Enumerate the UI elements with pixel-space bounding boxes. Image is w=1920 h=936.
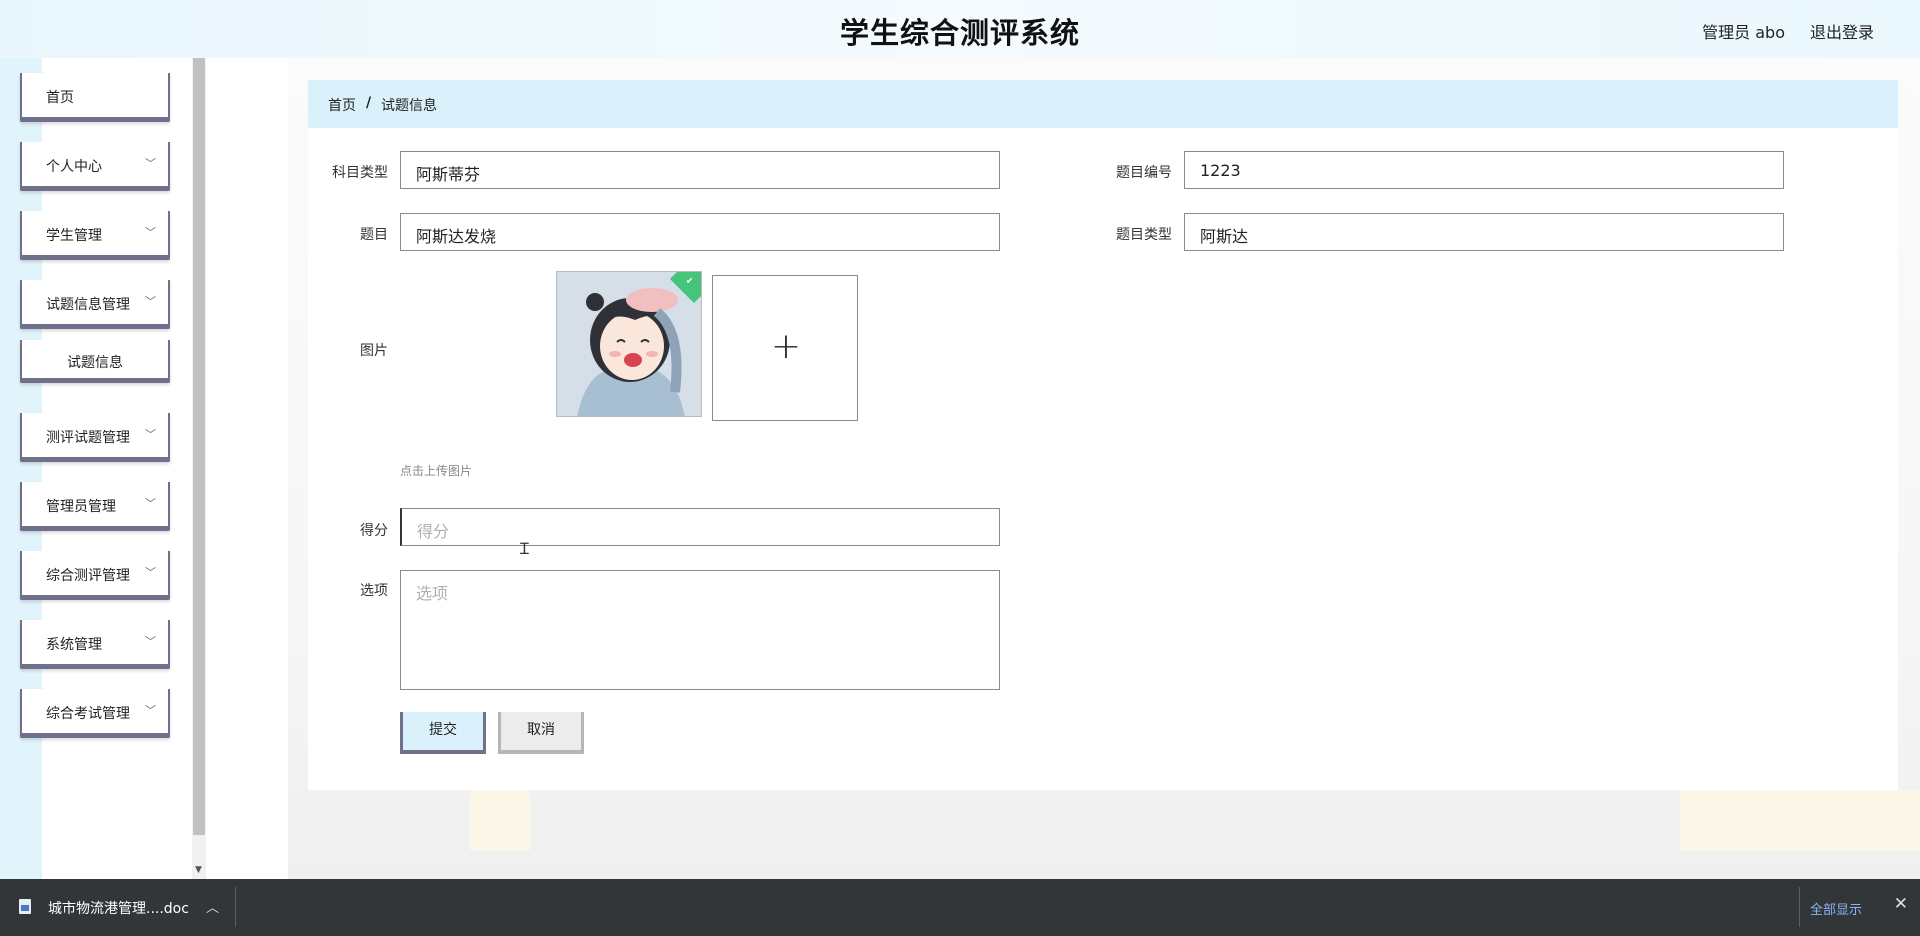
content-margin (206, 58, 288, 879)
app-title: 学生综合测评系统 (839, 16, 1080, 50)
sidebar-item-label: 测评试题管理 (46, 430, 130, 446)
chevron-up-icon[interactable]: ︿ (206, 897, 219, 916)
background-decoration (1680, 790, 1920, 850)
chevron-down-icon: ﹀ (145, 428, 156, 441)
anime-portrait-image (557, 272, 701, 416)
upload-hint: 点击上传图片 (400, 464, 473, 478)
sidebar-item-label: 个人中心 (46, 159, 102, 175)
logout-link[interactable]: 退出登录 (1810, 19, 1874, 43)
cancel-button[interactable]: 取消 (498, 712, 584, 754)
download-filename[interactable]: 城市物流港管理....doc (48, 898, 189, 918)
chevron-down-icon: ﹀ (145, 226, 156, 239)
sidebar-item-label: 学生管理 (46, 228, 102, 244)
sidebar-item-exam-management[interactable]: 综合考试管理 ﹀ (20, 689, 170, 738)
breadcrumb-current: 试题信息 (381, 98, 437, 114)
question-no-input[interactable]: 1223 (1184, 151, 1784, 189)
breadcrumb-home[interactable]: 首页 (328, 95, 356, 115)
sidebar-item-home[interactable]: 首页 (20, 73, 170, 122)
question-type-input[interactable]: 阿斯达 (1184, 213, 1784, 251)
download-bar: 城市物流港管理....doc ︿ 全部显示 ✕ (0, 879, 1920, 936)
check-icon: ✔ (685, 276, 694, 287)
sidebar-item-assessment-question-management[interactable]: 测评试题管理 ﹀ (20, 413, 170, 462)
sidebar-subitem-question-info[interactable]: 试题信息 (20, 340, 170, 383)
sidebar-item-label: 管理员管理 (46, 499, 116, 515)
scroll-down-arrow-icon[interactable]: ▼ (195, 865, 202, 875)
score-input[interactable]: 得分 (400, 508, 1000, 546)
options-textarea[interactable]: 选项 (400, 570, 1000, 690)
sidebar-item-personal-center[interactable]: 个人中心 ﹀ (20, 142, 170, 191)
sidebar-item-student-management[interactable]: 学生管理 ﹀ (20, 211, 170, 260)
image-label: 图片 (360, 343, 388, 359)
close-icon[interactable]: ✕ (1894, 894, 1908, 914)
plus-icon: + (770, 326, 802, 367)
sidebar-item-label: 综合考试管理 (46, 706, 130, 722)
question-type-label: 题目类型 (1116, 227, 1172, 243)
chevron-down-icon: ﹀ (145, 704, 156, 717)
chevron-down-icon: ﹀ (145, 566, 156, 579)
sidebar-item-comprehensive-assessment-management[interactable]: 综合测评管理 ﹀ (20, 551, 170, 600)
breadcrumb-separator: / (366, 95, 372, 111)
scrollbar-thumb[interactable] (193, 58, 205, 835)
divider (235, 887, 236, 927)
question-input[interactable]: 阿斯达发烧 (400, 213, 1000, 251)
sidebar-scrollbar[interactable]: ▼ (192, 58, 206, 879)
chevron-down-icon: ﹀ (145, 157, 156, 170)
submit-button[interactable]: 提交 (400, 712, 486, 754)
sidebar-item-label: 试题信息 (67, 355, 123, 371)
question-no-label: 题目编号 (1116, 165, 1172, 181)
question-label: 题目 (360, 227, 388, 243)
uploaded-image-thumbnail[interactable]: ✔ (556, 271, 702, 417)
sidebar-item-label: 综合测评管理 (46, 568, 130, 584)
top-header: 学生综合测评系统 管理员 abo 退出登录 (0, 0, 1920, 58)
score-placeholder: 得分 (417, 522, 450, 541)
sidebar-item-question-info-management[interactable]: 试题信息管理 ﹀ (20, 280, 170, 329)
document-icon (19, 899, 31, 914)
current-user: 管理员 abo (1702, 23, 1785, 42)
sidebar-item-label: 系统管理 (46, 637, 102, 653)
subject-type-input[interactable]: 阿斯蒂芬 (400, 151, 1000, 189)
subject-type-label: 科目类型 (332, 165, 388, 181)
image-upload-button[interactable]: + (712, 275, 858, 421)
background-decoration (470, 790, 530, 850)
sidebar-item-system-management[interactable]: 系统管理 ﹀ (20, 620, 170, 669)
divider (1799, 887, 1800, 927)
text-cursor-icon: Ɪ (520, 539, 529, 558)
sidebar-item-label: 首页 (46, 90, 74, 106)
chevron-down-icon: ﹀ (145, 635, 156, 648)
score-label: 得分 (360, 523, 388, 539)
options-placeholder: 选项 (416, 584, 449, 603)
sidebar-item-label: 试题信息管理 (46, 297, 130, 313)
show-all-link[interactable]: 全部显示 (1810, 899, 1862, 918)
sidebar-item-admin-management[interactable]: 管理员管理 ﹀ (20, 482, 170, 531)
breadcrumb: 首页 / 试题信息 (308, 80, 1898, 128)
chevron-down-icon: ﹀ (145, 497, 156, 510)
chevron-down-icon: ﹀ (145, 295, 156, 308)
options-label: 选项 (360, 583, 388, 599)
